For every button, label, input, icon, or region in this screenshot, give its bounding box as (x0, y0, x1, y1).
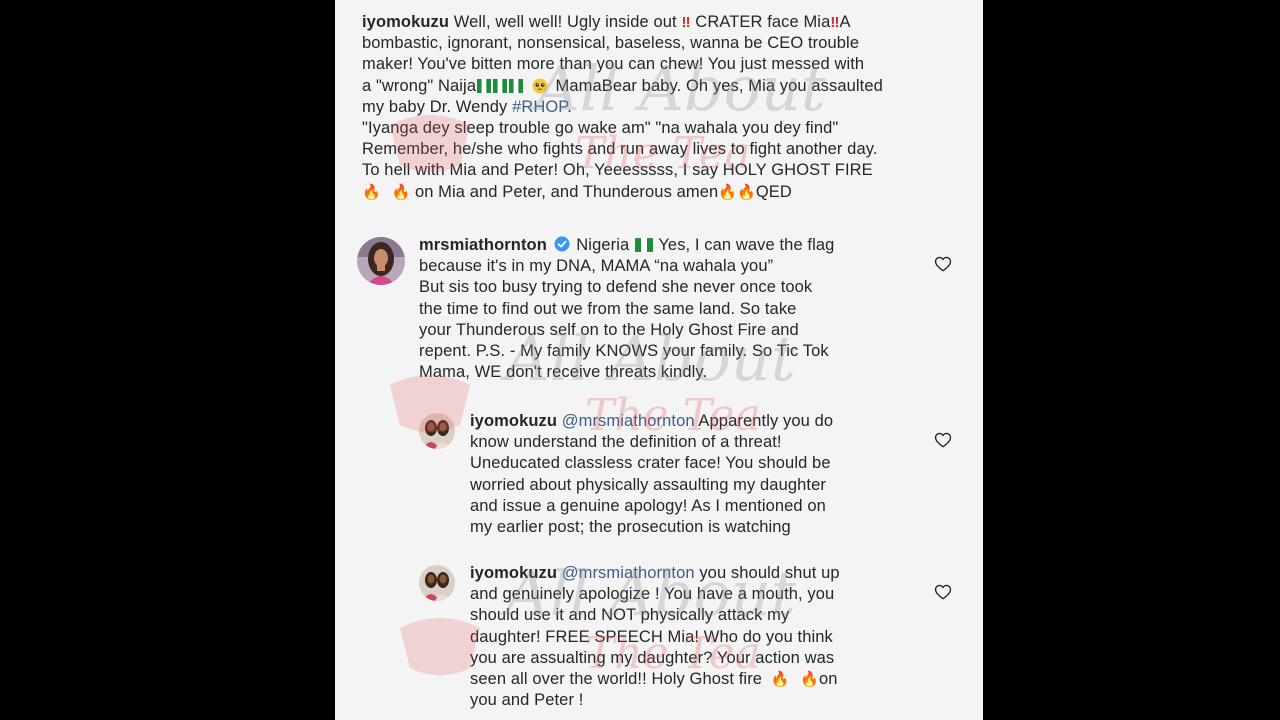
heart-icon[interactable] (934, 431, 952, 449)
comment-text: Remember, he/she who fights and run away… (362, 140, 878, 159)
comment-text: on (819, 670, 838, 689)
comment-text: and genuinely apologize ! You have a mou… (470, 585, 835, 604)
comments-panel: iyomokuzu Well, well well! Ugly inside o… (335, 0, 983, 720)
comment-text: the time to find out we from the same la… (419, 299, 797, 318)
comment-text: you should shut up (699, 564, 840, 582)
comment-text: Yes, I can wave the flag (658, 236, 835, 254)
comment-text: Nigeria (576, 236, 630, 254)
avatar[interactable] (419, 413, 455, 449)
pleading-face-emoji (532, 78, 548, 94)
username[interactable]: iyomokuzu (470, 412, 557, 430)
heart-icon[interactable] (934, 583, 952, 601)
avatar[interactable] (419, 565, 455, 601)
comment-text: MamaBear baby. Oh yes, Mia you assaulted (555, 76, 883, 95)
double-exclamation-emoji: ‼ (681, 14, 691, 31)
comment-text: should use it and NOT physically attack … (470, 606, 790, 625)
heart-icon[interactable] (934, 255, 952, 273)
comment-body: iyomokuzu @mrsmiathornton you should shu… (470, 563, 940, 711)
nigeria-flag-emoji (509, 78, 524, 93)
comment-text: Mama, WE don't receive threats kindly. (419, 363, 708, 382)
mention-link[interactable]: @mrsmiathornton (562, 412, 695, 430)
comment-body: iyomokuzu @mrsmiathornton Apparently you… (470, 411, 940, 538)
avatar-image (419, 565, 455, 601)
comment-text: you are assualting my daughter? Your act… (470, 648, 835, 667)
comment-text: repent. P.S. - My family KNOWS your fami… (419, 342, 829, 361)
username[interactable]: iyomokuzu (362, 13, 449, 31)
comment-body: mrsmiathornton Nigeria Yes, I can wave t… (419, 235, 939, 383)
comment-text: "Iyanga dey sleep trouble go wake am" "n… (362, 119, 839, 138)
avatar-image (419, 413, 455, 449)
username[interactable]: iyomokuzu (470, 564, 557, 582)
verified-badge-icon (554, 236, 570, 252)
comment-text: Uneducated classless crater face! You sh… (470, 454, 831, 473)
comment-text: A (839, 13, 851, 31)
comment-text: maker! You've bitten more than you can c… (362, 55, 865, 74)
nigeria-flag-emoji (477, 78, 492, 93)
fire-emoji: 🔥 (800, 671, 819, 689)
avatar-image (357, 237, 405, 285)
fire-emoji: 🔥 (391, 183, 411, 201)
comment-text: you and Peter ! (470, 691, 584, 710)
fire-emoji: 🔥 (737, 183, 756, 201)
fire-emoji: 🔥 (770, 671, 790, 689)
comment-text: But sis too busy trying to defend she ne… (419, 278, 813, 297)
comment-text: Apparently you do (698, 412, 834, 430)
comment-text: . (567, 97, 572, 116)
comment-text: my baby Dr. Wendy (362, 97, 508, 116)
comment-text: QED (755, 182, 792, 201)
comment-text: a "wrong" Naija (362, 76, 477, 95)
comment-text: To hell with Mia and Peter! Oh, Yeeessss… (362, 161, 873, 180)
comment-text: CRATER face Mia (695, 13, 831, 31)
comment-text: know understand the definition of a thre… (470, 433, 782, 452)
comment-text: seen all over the world!! Holy Ghost fir… (470, 670, 763, 689)
double-exclamation-emoji: ‼ (830, 14, 840, 31)
hashtag-link[interactable]: #RHOP (512, 98, 567, 116)
comment-text: your Thunderous self on to the Holy Ghos… (419, 320, 799, 339)
nigeria-flag-emoji (493, 78, 508, 93)
comment-text: my earlier post; the prosecution is watc… (470, 518, 791, 537)
comment-text: Well, well well! Ugly inside out (453, 13, 677, 31)
avatar[interactable] (357, 237, 405, 285)
comment-text: on Mia and Peter, and Thunderous amen (414, 182, 719, 201)
top-comment: iyomokuzu Well, well well! Ugly inside o… (362, 12, 972, 203)
nigeria-flag-emoji (634, 238, 653, 252)
comment-text: and issue a genuine apology! As I mentio… (470, 496, 826, 515)
comment-text: because it's in my DNA, MAMA “na wahala … (419, 257, 774, 276)
comment-text: bombastic, ignorant, nonsensical, basele… (362, 34, 860, 53)
username[interactable]: mrsmiathornton (419, 236, 547, 254)
fire-emoji: 🔥 (362, 183, 381, 201)
mention-link[interactable]: @mrsmiathornton (562, 564, 695, 582)
comment-text: daughter! FREE SPEECH Mia! Who do you th… (470, 627, 833, 646)
comment-text: worried about physically assaulting my d… (470, 475, 826, 494)
fire-emoji: 🔥 (718, 183, 738, 201)
